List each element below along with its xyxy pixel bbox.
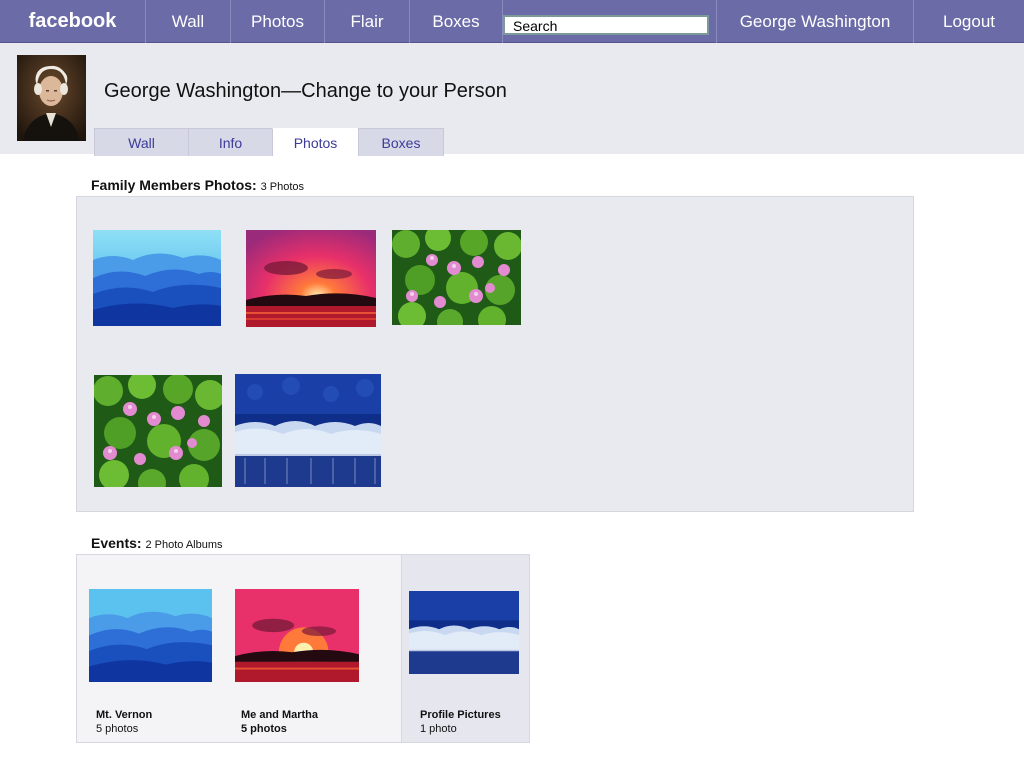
album-title[interactable]: Me and Martha	[241, 709, 318, 721]
top-nav-bar: facebook Wall Photos Flair Boxes George …	[0, 0, 1024, 43]
page-title: George Washington—Change to your Person	[104, 80, 507, 102]
family-photos-heading: Family Members Photos: 3 Photos	[91, 177, 304, 193]
album-cover[interactable]	[89, 589, 212, 682]
family-photos-label: Family Members Photos:	[91, 177, 257, 193]
nav-user-name[interactable]: George Washington	[717, 0, 913, 43]
photo-thumbnail[interactable]	[94, 375, 222, 487]
album-cover[interactable]	[235, 589, 359, 682]
nav-item-flair[interactable]: Flair	[325, 0, 409, 43]
family-photos-count: 3 Photos	[260, 181, 305, 193]
photo-thumbnail[interactable]	[93, 230, 221, 326]
album-title[interactable]: Profile Pictures	[420, 709, 501, 721]
events-heading: Events: 2 Photo Albums	[91, 535, 223, 551]
avatar[interactable]	[17, 55, 86, 141]
search-box	[503, 15, 709, 35]
nav-item-photos[interactable]: Photos	[231, 0, 324, 43]
album-photo-count: 5 photos	[241, 723, 287, 735]
photo-thumbnail[interactable]	[235, 374, 381, 487]
album-photo-count: 1 photo	[420, 723, 457, 735]
photo-thumbnail[interactable]	[246, 230, 376, 327]
logout-link[interactable]: Logout	[914, 0, 1024, 43]
nav-item-wall[interactable]: Wall	[146, 0, 230, 43]
photo-thumbnail[interactable]	[392, 230, 521, 325]
tab-photos[interactable]: Photos	[272, 128, 358, 156]
nav-item-boxes[interactable]: Boxes	[410, 0, 502, 43]
album-title[interactable]: Mt. Vernon	[96, 709, 152, 721]
events-count: 2 Photo Albums	[145, 539, 223, 551]
tab-wall[interactable]: Wall	[94, 128, 188, 156]
tab-boxes[interactable]: Boxes	[358, 128, 444, 156]
facebook-logo[interactable]: facebook	[0, 0, 145, 43]
tab-info[interactable]: Info	[188, 128, 272, 156]
search-input[interactable]	[505, 17, 707, 33]
events-label: Events:	[91, 535, 142, 551]
album-cover[interactable]	[409, 591, 519, 674]
album-photo-count: 5 photos	[96, 723, 139, 735]
